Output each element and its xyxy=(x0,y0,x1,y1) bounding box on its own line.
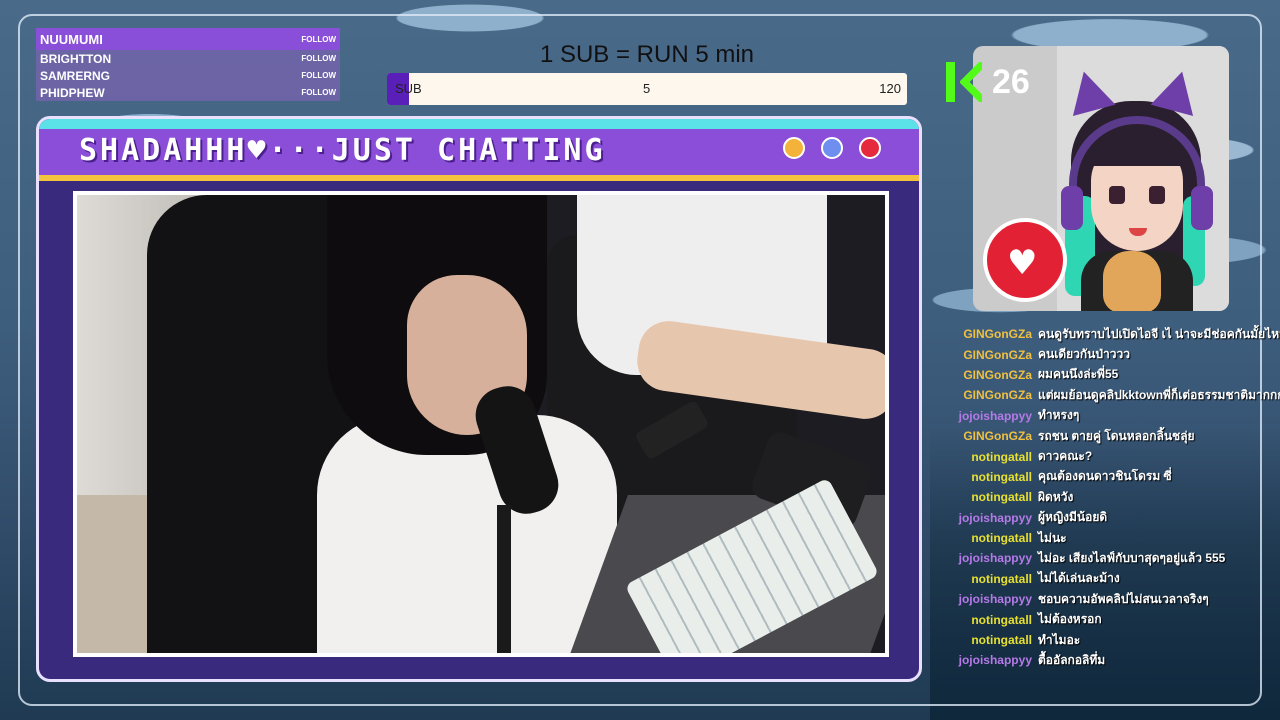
chat-message: jojoishappyy ตื้ออัลกอลิทึ่ม xyxy=(932,650,1280,670)
chat-text: ผิดหวัง xyxy=(1038,489,1074,504)
follower-row: PHIDPHEW FOLLOW xyxy=(36,84,340,101)
chat-username[interactable]: notingatall xyxy=(932,470,1038,484)
chat-message: jojoishappyy ทำหรงๆ xyxy=(932,406,1280,426)
chat-message: jojoishappyy ชอบความอัพคลิปไม่สนเวลาจริงๆ xyxy=(932,589,1280,609)
follower-row: NUUMUMI FOLLOW xyxy=(36,28,340,50)
follower-row: SAMRERNG FOLLOW xyxy=(36,67,340,84)
recent-followers-list: NUUMUMI FOLLOW BRIGHTTON FOLLOW SAMRERNG… xyxy=(36,28,340,101)
follow-tag: FOLLOW xyxy=(301,54,336,63)
chat-message: notingatall คุณต้องดนดาวชินโดรม ซี่ xyxy=(932,467,1280,487)
follow-tag: FOLLOW xyxy=(301,34,336,44)
follow-tag: FOLLOW xyxy=(301,71,336,80)
plush-dog-icon xyxy=(1103,251,1161,311)
kick-logo-icon xyxy=(946,62,982,102)
headphone-cup xyxy=(1061,186,1083,230)
follower-name: SAMRERNG xyxy=(40,68,111,83)
chat-username[interactable]: jojoishappyy xyxy=(932,551,1038,565)
follower-row: BRIGHTTON FOLLOW xyxy=(36,50,340,67)
chat-username[interactable]: notingatall xyxy=(932,490,1038,504)
chat-message: GINGonGZa รถชน ตายคู่ โดนหลอกลิ้นชลุ่ย xyxy=(932,426,1280,446)
chat-message: notingatall ทำไมอะ xyxy=(932,630,1280,650)
chat-username[interactable]: jojoishappyy xyxy=(932,511,1038,525)
sub-goal-max: 120 xyxy=(879,81,901,96)
chat-text: รถชน ตายคู่ โดนหลอกลิ้นชลุ่ย xyxy=(1038,428,1195,443)
headphone-cup xyxy=(1191,186,1213,230)
chat-text: ไม่อะ เสียงไลฟ์กับบาสุดๆอยู่แล้ว 555 xyxy=(1038,550,1226,565)
chat-message: GINGonGZa คนดูรับทราบไปเปิดไอจี เไ น่าจะม… xyxy=(932,324,1280,344)
mic-arm xyxy=(497,505,511,653)
chat-message: notingatall ผิดหวัง xyxy=(932,487,1280,507)
sub-goal-current: 5 xyxy=(643,81,651,96)
chat-message: GINGonGZa แต่ผมย้อนดูคลิปkktownพี่ก็เต่อธ… xyxy=(932,385,1280,405)
chat-text: แต่ผมย้อนดูคลิปkktownพี่ก็เต่อธรรมชาติมา… xyxy=(1038,387,1280,402)
minimize-dot-icon xyxy=(783,137,805,159)
chat-feed: GINGonGZa คนดูรับทราบไปเปิดไอจี เไ น่าจะม… xyxy=(932,324,1280,671)
sub-goal-progress-bar: SUB 5 120 xyxy=(387,73,907,105)
maximize-dot-icon xyxy=(821,137,843,159)
sub-goal-label: SUB xyxy=(395,81,422,96)
follow-tag: FOLLOW xyxy=(301,88,336,97)
chat-username[interactable]: GINGonGZa xyxy=(932,348,1038,362)
stream-window-frame: SHADAHHH♥···JUST CHATTING xyxy=(36,116,922,682)
sub-goal-title: 1 SUB = RUN 5 min xyxy=(539,41,755,68)
chat-message: notingatall ไม่ต้องหรอก xyxy=(932,609,1280,629)
chat-username[interactable]: notingatall xyxy=(932,633,1038,647)
chat-text: ชอบความอัพคลิปไม่สนเวลาจริงๆ xyxy=(1038,591,1209,606)
close-dot-icon xyxy=(859,137,881,159)
chat-username[interactable]: notingatall xyxy=(932,450,1038,464)
chat-text: คนเดียวกันป่าววว xyxy=(1038,347,1130,362)
chat-text: ไม่นะ xyxy=(1038,530,1067,545)
chat-username[interactable]: GINGonGZa xyxy=(932,327,1038,341)
follower-name: NUUMUMI xyxy=(40,31,103,47)
window-titlebar: SHADAHHH♥···JUST CHATTING xyxy=(39,119,919,181)
chat-message: notingatall ไม่ได้เล่นละม้าง xyxy=(932,569,1280,589)
chat-message: notingatall ดาวคณะ? xyxy=(932,446,1280,466)
chat-message: notingatall ไม่นะ xyxy=(932,528,1280,548)
chat-username[interactable]: notingatall xyxy=(932,531,1038,545)
heart-icon: ♥ xyxy=(1007,243,1038,283)
chat-text: ตื้ออัลกอลิทึ่ม xyxy=(1038,652,1106,667)
chat-username[interactable]: notingatall xyxy=(932,572,1038,586)
webcam-feed xyxy=(73,191,889,657)
chat-username[interactable]: jojoishappyy xyxy=(932,653,1038,667)
chat-text: ไม่ได้เล่นละม้าง xyxy=(1038,571,1120,586)
chat-text: ดาวคณะ? xyxy=(1038,449,1093,464)
stream-title: SHADAHHH♥···JUST CHATTING xyxy=(79,133,606,168)
chat-text: ผู้หญิงมีน้อยดิ xyxy=(1038,510,1108,525)
chat-message: GINGonGZa ผมคนนึงล่ะพี่55 xyxy=(932,365,1280,385)
chat-username[interactable]: GINGonGZa xyxy=(932,429,1038,443)
chat-username[interactable]: GINGonGZa xyxy=(932,368,1038,382)
chat-text: ทำไมอะ xyxy=(1038,632,1081,647)
chat-username[interactable]: notingatall xyxy=(932,613,1038,627)
chat-message: GINGonGZa คนเดียวกันป่าววว xyxy=(932,344,1280,364)
chat-text: ผมคนนึงล่ะพี่55 xyxy=(1038,367,1119,382)
kick-follower-counter: 26 xyxy=(946,62,1030,102)
chat-message: jojoishappyy ผู้หญิงมีน้อยดิ xyxy=(932,508,1280,528)
chat-username[interactable]: jojoishappyy xyxy=(932,409,1038,423)
chat-text: คุณต้องดนดาวชินโดรม ซี่ xyxy=(1038,469,1172,484)
chat-text: คนดูรับทราบไปเปิดไอจี เไ น่าจะมีช่อคกันม… xyxy=(1038,326,1280,341)
chat-text: ไม่ต้องหรอก xyxy=(1038,612,1102,627)
chat-username[interactable]: jojoishappyy xyxy=(932,592,1038,606)
follower-name: BRIGHTTON xyxy=(40,51,112,66)
chat-text: ทำหรงๆ xyxy=(1038,408,1080,423)
chat-username[interactable]: GINGonGZa xyxy=(932,388,1038,402)
follower-name: PHIDPHEW xyxy=(40,85,105,100)
chat-message: jojoishappyy ไม่อะ เสียงไลฟ์กับบาสุดๆอยู่… xyxy=(932,548,1280,568)
kick-count: 26 xyxy=(992,62,1030,101)
